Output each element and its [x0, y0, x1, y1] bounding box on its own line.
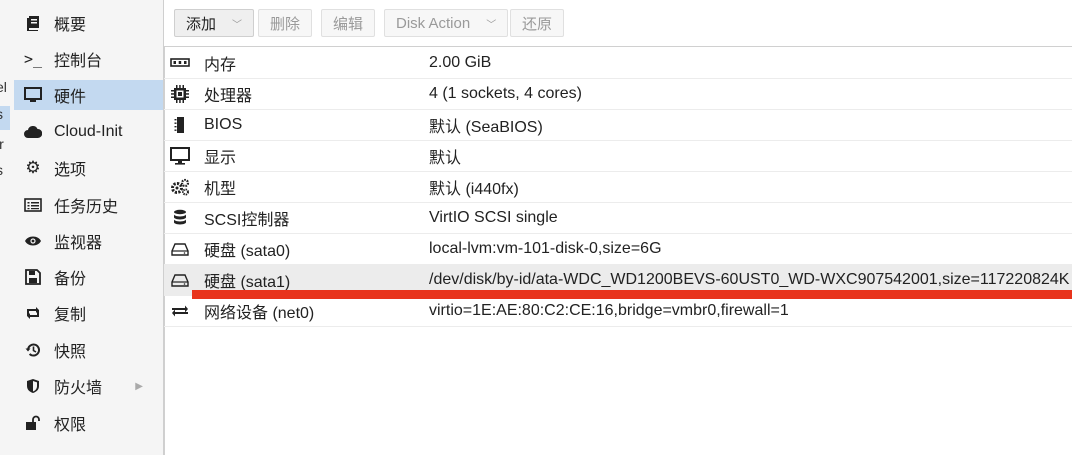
- database-icon: [170, 208, 190, 228]
- desktop-icon: [170, 146, 190, 166]
- memory-icon: [170, 53, 190, 73]
- hardware-row-scsi-controller[interactable]: SCSI控制器 VirtIO SCSI single: [164, 202, 1072, 234]
- nav-item-snapshots[interactable]: 快照: [14, 335, 163, 365]
- hardware-name: 硬盘 (sata1): [204, 273, 291, 291]
- nav-item-replication[interactable]: 复制: [14, 298, 163, 328]
- nav-label: 硬件: [54, 89, 87, 106]
- shield-icon: [24, 377, 42, 395]
- hardware-value: virtio=1E:AE:80:C2:CE:16,bridge=vmbr0,fi…: [429, 301, 789, 319]
- hardware-value: VirtIO SCSI single: [429, 208, 558, 226]
- disk-action-button[interactable]: Disk Action ﹀: [384, 9, 509, 37]
- hardware-value: 默认 (SeaBIOS): [429, 118, 543, 136]
- nav-label: 任务历史: [54, 199, 119, 216]
- nav-item-cloud-init[interactable]: Cloud-Init: [14, 117, 163, 147]
- hardware-name: BIOS: [204, 115, 243, 133]
- console-icon: >_: [23, 50, 43, 68]
- tree-fragment: ir: [0, 136, 4, 152]
- nav-item-summary[interactable]: 概要: [14, 8, 163, 38]
- nav-item-permissions[interactable]: 权限: [14, 408, 163, 438]
- nav-item-hardware[interactable]: 硬件: [14, 80, 163, 110]
- nav-label: 监视器: [54, 235, 103, 252]
- nav-label: 备份: [54, 271, 87, 288]
- nav-label: 概要: [54, 17, 87, 34]
- cogs-icon: [170, 177, 190, 197]
- revert-button[interactable]: 还原: [510, 9, 565, 37]
- hardware-name: 显示: [204, 149, 237, 167]
- hardware-row-network-net0[interactable]: 网络设备 (net0) virtio=1E:AE:80:C2:CE:16,bri…: [164, 295, 1072, 327]
- gear-icon: ⚙: [25, 158, 41, 177]
- tree-fragment: el: [0, 79, 7, 95]
- floppy-icon: [24, 268, 42, 286]
- microchip-icon: [170, 115, 190, 135]
- hdd-icon: [170, 270, 190, 290]
- hardware-row-machine[interactable]: 机型 默认 (i440fx): [164, 171, 1072, 203]
- hardware-row-display[interactable]: 显示 默认: [164, 140, 1072, 172]
- nav-item-monitor[interactable]: 监视器: [14, 226, 163, 256]
- hardware-value: 4 (1 sockets, 4 cores): [429, 84, 582, 102]
- hardware-name: 内存: [204, 56, 237, 74]
- hardware-row-bios[interactable]: BIOS 默认 (SeaBIOS): [164, 109, 1072, 141]
- hardware-name: SCSI控制器: [204, 211, 290, 229]
- nav-item-task-history[interactable]: 任务历史: [14, 190, 163, 220]
- add-button[interactable]: 添加 ﹀: [174, 9, 255, 37]
- nav-item-firewall[interactable]: 防火墙 ▶: [14, 371, 163, 401]
- summary-icon: [24, 14, 42, 32]
- hardware-name: 网络设备 (net0): [204, 304, 315, 322]
- vm-nav-panel: 概要 >_ 控制台 硬件 Cloud-Init ⚙ 选项 任务历史 监视器 备份…: [14, 0, 164, 455]
- eye-icon: [24, 232, 42, 250]
- hardware-panel: 添加 ﹀ 删除 编辑 Disk Action ﹀ 还原 内存 2.00 GiB: [164, 0, 1080, 455]
- hardware-name: 硬盘 (sata0): [204, 242, 291, 260]
- revert-label: 还原: [522, 15, 553, 33]
- disk-action-label: Disk Action: [396, 14, 471, 32]
- nav-label: 防火墙: [54, 380, 103, 397]
- history-icon: [24, 341, 42, 359]
- hardware-name: 处理器: [204, 87, 253, 105]
- nav-label: 控制台: [54, 53, 103, 70]
- hardware-value: 默认 (i440fx): [429, 180, 519, 198]
- nav-label: Cloud-Init: [54, 123, 123, 140]
- nav-item-options[interactable]: ⚙ 选项: [14, 153, 163, 183]
- remove-button[interactable]: 删除: [258, 9, 313, 37]
- list-icon: [24, 196, 42, 214]
- cpu-icon: [170, 84, 190, 104]
- chevron-down-icon: ﹀: [486, 19, 497, 31]
- edit-label: 编辑: [333, 15, 364, 33]
- cloud-icon: [24, 123, 42, 141]
- chevron-right-icon[interactable]: ▶: [135, 381, 143, 392]
- chevron-down-icon: ﹀: [232, 19, 243, 31]
- hardware-name: 机型: [204, 180, 237, 198]
- nav-item-console[interactable]: >_ 控制台: [14, 44, 163, 74]
- resource-tree-edge: el s ir s: [0, 0, 14, 455]
- add-label: 添加: [186, 15, 217, 33]
- remove-label: 删除: [270, 15, 301, 33]
- retweet-icon: [24, 304, 42, 322]
- hardware-value: 2.00 GiB: [429, 53, 492, 71]
- exchange-icon: [170, 301, 190, 321]
- hardware-value: local-lvm:vm-101-disk-0,size=6G: [429, 239, 662, 257]
- hardware-row-processor[interactable]: 处理器 4 (1 sockets, 4 cores): [164, 78, 1072, 110]
- hardware-row-disk-sata0[interactable]: 硬盘 (sata0) local-lvm:vm-101-disk-0,size=…: [164, 233, 1072, 265]
- nav-label: 选项: [54, 162, 87, 179]
- nav-label: 复制: [54, 307, 87, 324]
- nav-item-backup[interactable]: 备份: [14, 262, 163, 292]
- hardware-row-memory[interactable]: 内存 2.00 GiB: [164, 47, 1072, 79]
- monitor-icon: [24, 86, 42, 104]
- tree-fragment: s: [0, 162, 14, 178]
- annotation-underline: [192, 290, 1072, 299]
- hdd-icon: [170, 239, 190, 259]
- tree-fragment-selected: s: [0, 106, 10, 130]
- unlock-icon: [24, 414, 42, 432]
- nav-label: 快照: [54, 344, 87, 361]
- toolbar: 添加 ﹀ 删除 编辑 Disk Action ﹀ 还原: [164, 0, 1072, 47]
- nav-label: 权限: [54, 417, 87, 434]
- edit-button[interactable]: 编辑: [321, 9, 376, 37]
- hardware-value: /dev/disk/by-id/ata-WDC_WD1200BEVS-60UST…: [429, 270, 1070, 288]
- hardware-value: 默认: [429, 149, 462, 167]
